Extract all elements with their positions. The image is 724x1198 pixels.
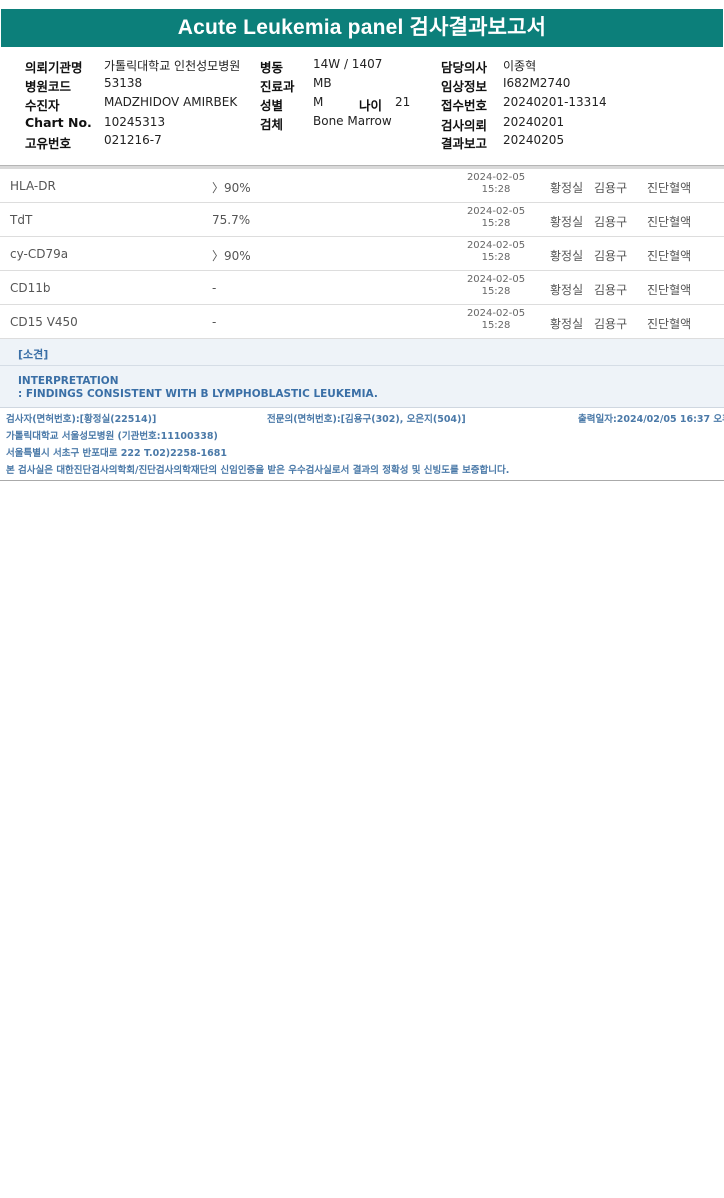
value-chart-no: 10245313 [104,115,166,129]
result-time: 15:28 [481,320,511,331]
label-specimen: 검체 [260,117,284,132]
tester-license: 검사자(면허번호):[황정실(22514)] [6,414,157,425]
result-datetime: 2024-02-05 15:28 [460,308,532,332]
lab-department: 진단혈액 [647,317,692,331]
label-requesting-institution: 의뢰기관명 [25,60,83,75]
test-result: 〉90% [212,181,251,195]
opinion-header: [소견] [0,339,724,366]
result-time: 15:28 [481,218,511,229]
label-patient-name: 수진자 [25,98,60,113]
value-age: 21 [395,95,411,109]
test-name: CD15 V450 [10,315,78,329]
value-patient-name: MADZHIDOV AMIRBEK [104,95,238,109]
opinion-body: INTERPRETATION : FINDINGS CONSISTENT WIT… [0,366,724,407]
result-datetime: 2024-02-05 15:28 [460,274,532,298]
technician: 황정실 [550,317,584,331]
certification-notice: 본 검사실은 대한진단검사의학회/진단검사의학재단의 신임인증을 받은 우수검사… [6,465,510,476]
value-requesting-institution: 가톨릭대학교 인천성모병원 [104,59,241,73]
test-name: TdT [10,213,33,227]
value-hospital-code: 53138 [104,76,143,90]
value-result-report: 20240205 [503,133,565,147]
label-department: 진료과 [260,79,295,94]
result-date: 2024-02-05 [466,274,526,285]
value-test-request: 20240201 [503,115,565,129]
table-row: HLA-DR 〉90% 2024-02-05 15:28 황정실 김용구 진단혈액 [0,169,724,203]
technician: 황정실 [550,249,584,263]
patient-info: Acute Leukemia panel 검사결과보고서 의뢰기관명 가톨릭대학… [0,0,724,165]
result-time: 15:28 [481,252,511,263]
test-name: HLA-DR [10,179,56,193]
label-unique-no: 고유번호 [25,136,72,151]
technician: 황정실 [550,283,584,297]
table-row: cy-CD79a 〉90% 2024-02-05 15:28 황정실 김용구 진단… [0,237,724,271]
label-ward: 병동 [260,60,284,75]
label-result-report: 결과보고 [441,136,488,151]
result-time: 15:28 [481,184,511,195]
label-receipt-no: 접수번호 [441,98,488,113]
label-clinical-info: 임상정보 [441,79,488,94]
result-date: 2024-02-05 [466,172,526,183]
label-test-request: 검사의뢰 [441,118,488,133]
specialist: 김용구 [594,215,628,229]
label-chart-no: Chart No. [25,115,92,130]
lab-department: 진단혈액 [647,283,692,297]
value-ward: 14W / 1407 [313,57,383,71]
hospital-name: 가톨릭대학교 서울성모병원 (기관번호:11100338) [6,431,218,442]
technician: 황정실 [550,215,584,229]
value-doctor: 이종혁 [503,59,537,73]
report-footer: 검사자(면허번호):[황정실(22514)] 전문의(면허번호):[김용구(30… [0,407,724,480]
result-date: 2024-02-05 [466,240,526,251]
table-row: TdT 75.7% 2024-02-05 15:28 황정실 김용구 진단혈액 [0,203,724,237]
result-date: 2024-02-05 [466,206,526,217]
label-sex: 성별 [260,98,284,113]
test-result: - [212,281,217,295]
label-hospital-code: 병원코드 [25,79,72,94]
result-datetime: 2024-02-05 15:28 [460,240,532,264]
test-result: 〉90% [212,249,251,263]
result-datetime: 2024-02-05 15:28 [460,172,532,196]
specialist: 김용구 [594,317,628,331]
table-row: CD15 V450 - 2024-02-05 15:28 황정실 김용구 진단혈액 [0,305,724,339]
lab-department: 진단혈액 [647,215,692,229]
lab-department: 진단혈액 [647,181,692,195]
test-name: CD11b [10,281,51,295]
result-date: 2024-02-05 [466,308,526,319]
report: Acute Leukemia panel 검사결과보고서 의뢰기관명 가톨릭대학… [0,0,724,481]
value-sex: M [313,95,324,109]
specialist-license: 전문의(면허번호):[김용구(302), 오은지(504)] [267,414,466,425]
lab-department: 진단혈액 [647,249,692,263]
hospital-address: 서울특별시 서초구 반포대로 222 T.02)2258-1681 [6,448,227,459]
label-doctor: 담당의사 [441,60,488,75]
interpretation-title: INTERPRETATION [18,375,119,387]
test-name: cy-CD79a [10,247,69,261]
value-unique-no: 021216-7 [104,133,162,147]
specialist: 김용구 [594,181,628,195]
value-specimen: Bone Marrow [313,114,392,128]
value-receipt-no: 20240201-13314 [503,95,607,109]
print-date: 출력일자:2024/02/05 16:37 오후 [578,414,724,425]
opinion-section: [소견] INTERPRETATION : FINDINGS CONSISTEN… [0,339,724,407]
opinion-heading: [소견] [18,348,49,361]
table-row: CD11b - 2024-02-05 15:28 황정실 김용구 진단혈액 [0,271,724,305]
result-datetime: 2024-02-05 15:28 [460,206,532,230]
results-table: HLA-DR 〉90% 2024-02-05 15:28 황정실 김용구 진단혈액… [0,169,724,339]
result-time: 15:28 [481,286,511,297]
test-result: 75.7% [212,213,251,227]
test-result: - [212,315,217,329]
specialist: 김용구 [594,283,628,297]
specialist: 김용구 [594,249,628,263]
report-title: Acute Leukemia panel 검사결과보고서 [1,9,723,47]
value-clinical-info: I682M2740 [503,76,571,90]
technician: 황정실 [550,181,584,195]
interpretation-text: : FINDINGS CONSISTENT WITH B LYMPHOBLAST… [18,388,378,400]
label-age: 나이 [359,98,383,113]
value-department: MB [313,76,332,90]
